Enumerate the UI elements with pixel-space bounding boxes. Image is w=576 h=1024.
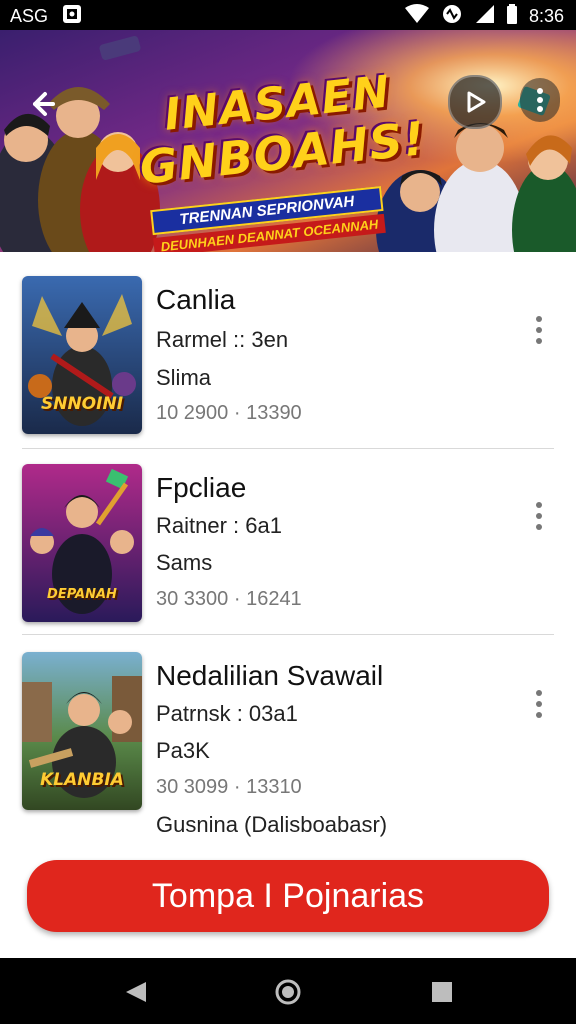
game-developer: Gusnina (Dalisboabasr) [156, 812, 388, 837]
game-stats: 30 3300 · 16241 [156, 588, 302, 610]
game-thumbnail[interactable]: KLANBIA [22, 652, 142, 810]
thumbnail-label: SNNOINI [40, 394, 124, 414]
game-meta: Rarmel :: 3en [156, 327, 289, 352]
game-meta: Raitner : 6a1 [156, 513, 282, 538]
more-options-button[interactable] [524, 684, 554, 724]
thumbnail-label: KLANBIA [40, 770, 124, 790]
more-options-button[interactable] [524, 496, 554, 536]
nav-back-icon [126, 982, 146, 1002]
back-button[interactable] [20, 82, 64, 126]
game-category: Sams [156, 550, 213, 575]
divider [22, 634, 554, 635]
game-title[interactable]: Canlia [156, 284, 235, 316]
nav-recents-button[interactable] [426, 976, 458, 1008]
nav-back-button[interactable] [120, 976, 152, 1008]
more-options-button[interactable] [524, 310, 554, 350]
game-thumbnail[interactable]: DEPANAH [22, 464, 142, 622]
divider [22, 448, 554, 449]
thumbnail-label: DEPANAH [47, 587, 117, 602]
battery-icon [506, 4, 517, 29]
signal-icon [475, 4, 495, 29]
hero-banner[interactable]: INASAEN GNBOAHS! TRENNAN SEPRIONVAH DEUN… [0, 30, 576, 252]
wifi-icon [404, 4, 429, 29]
game-category: Pa3K [156, 738, 210, 763]
play-button[interactable] [448, 75, 502, 129]
clock: 8:36 [528, 6, 564, 26]
nav-recents-icon [432, 982, 452, 1002]
back-arrow-icon [33, 92, 55, 116]
game-title[interactable]: Fpcliae [156, 472, 246, 504]
play-icon [467, 91, 486, 113]
game-title[interactable]: Nedalilian Svawail [156, 660, 383, 692]
game-meta: Patrnsk : 03a1 [156, 701, 298, 726]
carrier-label: ASG [10, 6, 49, 26]
vibrate-icon [441, 4, 463, 29]
system-nav-bar [0, 958, 576, 1024]
status-bar: ASG 8:36 [0, 0, 576, 30]
more-vertical-icon [537, 88, 543, 112]
banner-more-button[interactable] [520, 78, 560, 122]
game-stats: 30 3099 · 13310 [156, 776, 302, 798]
game-thumbnail[interactable]: SNNOINI [22, 276, 142, 434]
game-category: Slima [156, 365, 212, 390]
primary-action-button[interactable]: Tompa I Pojnarias [27, 860, 549, 932]
photo-icon [62, 4, 82, 29]
nav-home-icon [275, 979, 301, 1005]
game-stats: 10 2900 · 13390 [156, 402, 302, 424]
nav-home-button[interactable] [272, 976, 304, 1008]
